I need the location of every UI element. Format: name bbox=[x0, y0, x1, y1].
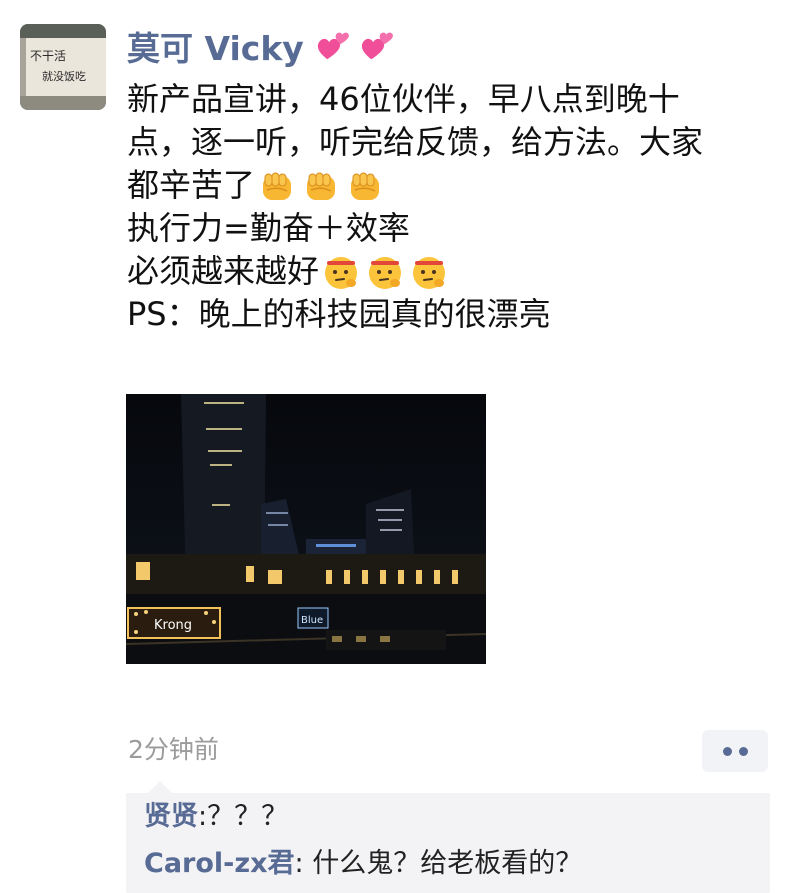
fist-icon bbox=[263, 172, 292, 200]
comment-text: 什么鬼？给老板看的？ bbox=[303, 848, 583, 879]
post-line: 点，逐一听，听完给反馈，给方法。大家 bbox=[127, 121, 767, 164]
comment-author[interactable]: Carol-zx君 bbox=[144, 848, 295, 879]
dot bbox=[738, 746, 748, 756]
thinking-face-icon bbox=[325, 256, 358, 289]
post-line: 执行力=勤奋＋效率 bbox=[127, 207, 767, 250]
post-photo[interactable]: Krong Blue bbox=[126, 394, 486, 664]
username-decoration bbox=[314, 27, 396, 65]
post-line-text: 执行力=勤奋＋效率 bbox=[127, 209, 410, 247]
comment-separator: : bbox=[198, 801, 208, 832]
avatar-text-2: 就没饭吃 bbox=[42, 69, 86, 83]
post-line-text: 必须越来越好 bbox=[127, 252, 320, 290]
thinking-face-icon bbox=[369, 256, 402, 289]
fist-icon bbox=[307, 172, 336, 200]
post-line-text: PS：晚上的科技园真的很漂亮 bbox=[127, 295, 551, 333]
photo-sign-blue: Blue bbox=[301, 615, 323, 626]
comment[interactable]: Carol-zx君: 什么鬼？给老板看的？ bbox=[144, 844, 582, 884]
moment-post: 不干活 就没饭吃 莫可 Vicky 新产品宣讲，46位伙伴，早八点到晚十 点，逐… bbox=[0, 0, 809, 893]
avatar-text-1: 不干活 bbox=[30, 49, 66, 63]
post-line: 新产品宣讲，46位伙伴，早八点到晚十 bbox=[127, 78, 767, 121]
post-line: 都辛苦了 bbox=[127, 164, 767, 207]
two-hearts-icon bbox=[317, 32, 349, 60]
comment-separator: : bbox=[294, 848, 304, 879]
timestamp: 2分钟前 bbox=[128, 735, 219, 764]
thinking-face-icon bbox=[413, 256, 446, 289]
emoji-group bbox=[257, 166, 385, 206]
night-city-photo: Krong Blue bbox=[126, 394, 486, 664]
username[interactable]: 莫可 Vicky bbox=[127, 22, 304, 70]
two-hearts-icon bbox=[361, 32, 393, 60]
comment[interactable]: 贤贤:？？？ bbox=[144, 797, 288, 837]
comment-text: ？？？ bbox=[207, 801, 289, 832]
comments-box: 贤贤:？？？ Carol-zx君: 什么鬼？给老板看的？ bbox=[126, 781, 770, 893]
avatar-image: 不干活 就没饭吃 bbox=[20, 24, 106, 110]
emoji-group bbox=[321, 252, 449, 292]
photo-sign-krong: Krong bbox=[154, 618, 192, 633]
username-row: 莫可 Vicky bbox=[127, 24, 396, 68]
post-line: PS：晚上的科技园真的很漂亮 bbox=[127, 293, 767, 336]
dot bbox=[722, 746, 732, 756]
avatar[interactable]: 不干活 就没饭吃 bbox=[20, 24, 106, 110]
post-line-text: 新产品宣讲，46位伙伴，早八点到晚十 bbox=[127, 80, 680, 118]
post-line: 必须越来越好 bbox=[127, 250, 767, 293]
post-line-text: 都辛苦了 bbox=[127, 166, 256, 204]
post-line-text: 点，逐一听，听完给反馈，给方法。大家 bbox=[127, 123, 704, 161]
comment-author[interactable]: 贤贤 bbox=[144, 801, 198, 832]
more-dots-icon[interactable] bbox=[702, 730, 768, 772]
fist-icon bbox=[351, 172, 380, 200]
post-text: 新产品宣讲，46位伙伴，早八点到晚十 点，逐一听，听完给反馈，给方法。大家 都辛… bbox=[127, 78, 767, 336]
